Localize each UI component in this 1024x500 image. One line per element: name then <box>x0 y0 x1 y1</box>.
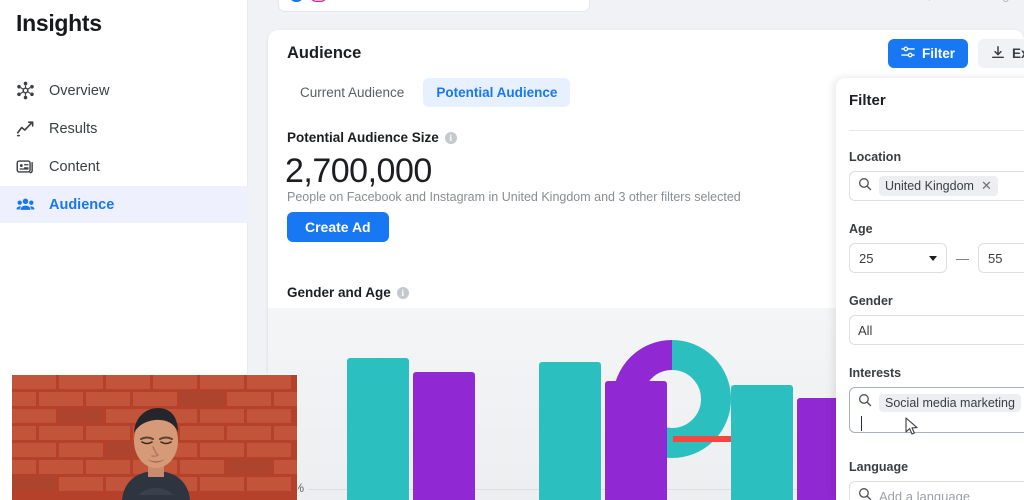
age-from-value: 25 <box>859 250 874 266</box>
age-to-select[interactable]: 55 <box>978 243 1024 273</box>
language-label: Language <box>849 460 909 474</box>
tab-current-audience[interactable]: Current Audience <box>287 78 417 107</box>
location-chip-label: United Kingdom <box>885 179 974 193</box>
divider <box>849 130 1024 131</box>
gender-and-age-label: Gender and Age i <box>287 285 409 300</box>
sidebar-item-label: Overview <box>49 82 110 99</box>
interests-chip-label: Social media marketing <box>885 395 1015 410</box>
text-cursor <box>861 416 862 431</box>
info-icon[interactable]: i <box>396 286 409 299</box>
gender-select[interactable]: All <box>849 315 1024 345</box>
card-actions: Filter Expo <box>887 39 1024 68</box>
age-label: Age <box>849 222 873 236</box>
tab-potential-audience[interactable]: Potential Audience <box>423 78 571 107</box>
bar-male-2 <box>605 381 667 500</box>
age-from-select[interactable]: 25 <box>849 243 947 273</box>
page-title: Audience <box>287 44 362 62</box>
age-range-row: 25 — 55 <box>849 243 1024 273</box>
sidebar-item-audience[interactable]: Audience <box>0 186 248 223</box>
search-icon <box>858 393 872 412</box>
age-range-dash: — <box>956 250 969 266</box>
interests-input[interactable]: Social media marketing <box>849 387 1024 433</box>
mouse-cursor <box>905 417 918 435</box>
calendar-icon <box>814 0 829 3</box>
presenter-figure <box>122 408 190 500</box>
potential-audience-size-text: Potential Audience Size <box>287 130 439 145</box>
filter-group-location: Location United Kingdom ✕ <box>849 150 1024 201</box>
filter-group-language: Language Add a language <box>849 460 1024 500</box>
sidebar-item-overview[interactable]: Overview <box>0 72 248 109</box>
potential-audience-size-label: Potential Audience Size i <box>287 130 457 145</box>
bar-female-2 <box>539 362 601 500</box>
filter-group-interests: Interests Social media marketing <box>849 366 1024 433</box>
location-input[interactable]: United Kingdom ✕ <box>849 171 1024 201</box>
interests-chip[interactable]: Social media marketing <box>879 393 1021 412</box>
app-screen: Ben Heath Lifetime: Jul 17, 2018 — Aug 1… <box>0 0 1024 500</box>
gender-label: Gender <box>849 294 893 308</box>
bar-female-3 <box>731 385 793 500</box>
sidebar-item-label: Content <box>49 158 100 175</box>
content-icon <box>16 157 35 176</box>
presenter-video-overlay <box>12 375 297 500</box>
chevron-down-icon[interactable] <box>929 255 937 261</box>
search-icon <box>858 177 872 196</box>
gender-value: All <box>858 322 873 338</box>
overview-icon <box>16 81 35 100</box>
instagram-icon <box>311 0 326 2</box>
top-bar: Ben Heath Lifetime: Jul 17, 2018 — Aug 1… <box>248 0 1024 22</box>
bar-male-1 <box>413 372 475 500</box>
date-range-label: Lifetime: Jul 17, 2018 — Aug 16, <box>837 0 1024 2</box>
audience-people-icon <box>16 195 35 214</box>
location-chip[interactable]: United Kingdom ✕ <box>879 176 998 196</box>
bar-female-1 <box>347 358 409 500</box>
info-icon[interactable]: i <box>444 131 457 144</box>
account-name: Ben Heath <box>333 0 562 2</box>
filter-group-age: Age 25 — 55 <box>849 222 1024 273</box>
gender-and-age-text: Gender and Age <box>287 285 391 300</box>
location-label: Location <box>849 150 902 164</box>
search-icon <box>858 487 872 500</box>
audience-tabs: Current Audience Potential Audience <box>287 78 571 107</box>
export-button-label: Expo <box>1011 46 1024 61</box>
sidebar-item-label: Audience <box>49 196 115 213</box>
export-button[interactable]: Expo <box>977 39 1024 68</box>
interests-label: Interests <box>849 366 902 380</box>
close-icon[interactable]: ✕ <box>981 178 992 194</box>
filter-group-gender: Gender All <box>849 294 1024 345</box>
account-selector[interactable]: Ben Heath <box>278 0 590 12</box>
language-placeholder: Add a language <box>879 488 971 500</box>
sliders-icon <box>901 45 915 62</box>
age-to-value: 55 <box>988 250 1003 266</box>
potential-audience-description: People on Facebook and Instagram in Unit… <box>287 190 741 204</box>
sidebar-item-results[interactable]: Results <box>0 110 248 147</box>
sidebar-nav: Overview Results Content Audience <box>0 72 248 223</box>
language-input[interactable]: Add a language <box>849 481 1024 500</box>
filter-button-label: Filter <box>921 46 955 61</box>
facebook-icon <box>289 0 304 2</box>
sidebar-item-content[interactable]: Content <box>0 148 248 185</box>
date-range-selector[interactable]: Lifetime: Jul 17, 2018 — Aug 16, <box>814 0 1024 10</box>
sidebar-title: Insights <box>16 10 102 36</box>
results-chart-icon <box>16 119 35 138</box>
filter-panel-heading: Filter <box>849 92 886 109</box>
filter-panel: Filter Location United Kingdom ✕ Age 25 <box>836 78 1024 500</box>
sidebar-item-label: Results <box>49 120 98 137</box>
filter-button[interactable]: Filter <box>887 39 968 68</box>
create-ad-button[interactable]: Create Ad <box>287 212 389 242</box>
download-icon <box>991 45 1005 63</box>
potential-audience-size-value: 2,700,000 <box>285 152 432 190</box>
